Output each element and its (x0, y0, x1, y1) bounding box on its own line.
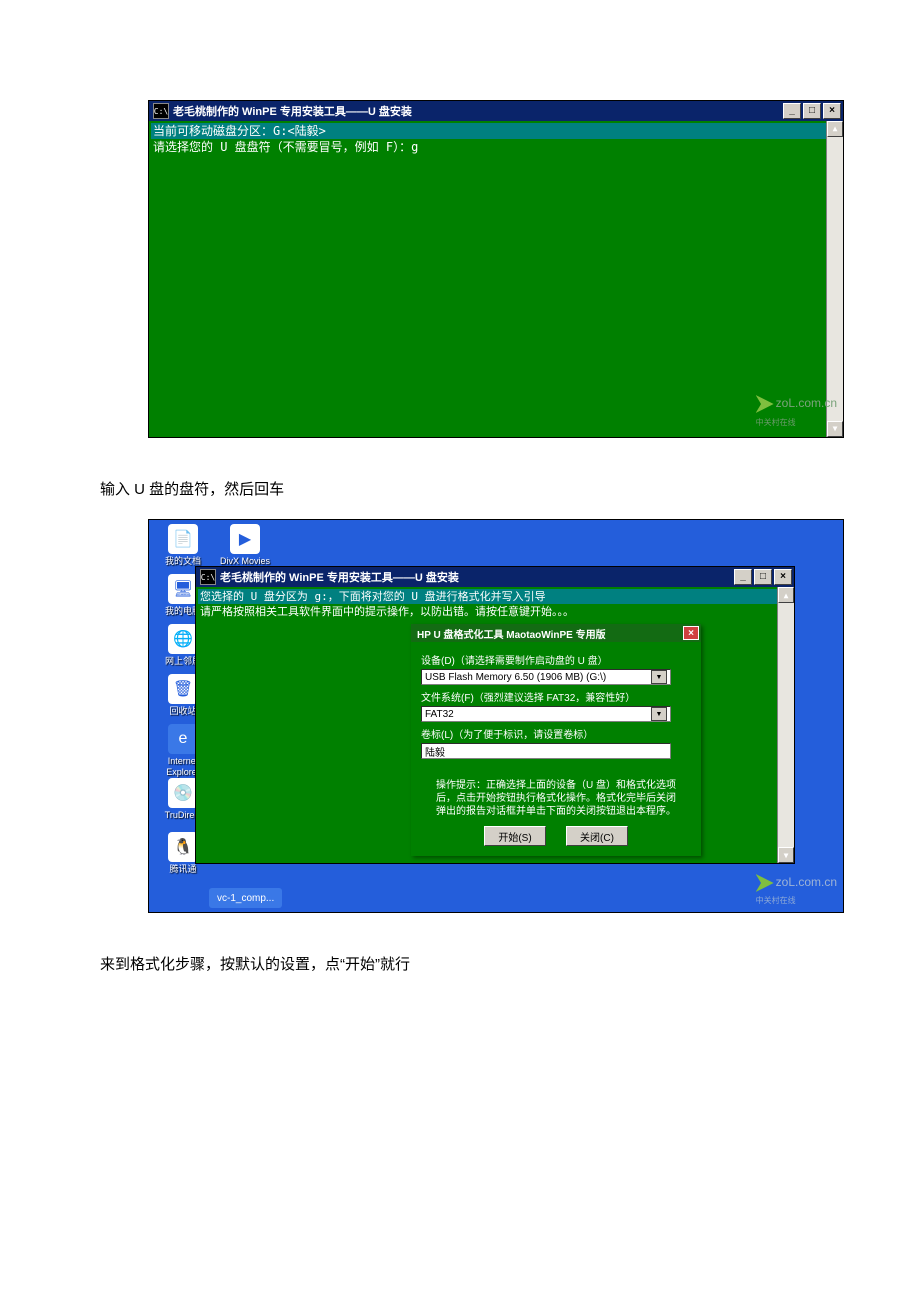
desktop-screenshot: 📄 我的文档 ▶ DivX Movies 🖥 我的电脑 🌐 网上邻居 🗑 回收站… (148, 519, 844, 913)
console-line-1: 您选择的 U 盘分区为 g:，下面将对您的 U 盘进行格式化并写入引导 (198, 589, 792, 604)
titlebar-1: C:\ 老毛桃制作的 WinPE 专用安装工具——U 盘安装 _ □ × (149, 101, 843, 121)
titlebar-2: C:\ 老毛桃制作的 WinPE 专用安装工具——U 盘安装 _ □ × (196, 567, 794, 587)
filesystem-label: 文件系统(F)（强烈建议选择 FAT32，兼容性好） (421, 689, 691, 704)
scroll-down-icon[interactable]: ▼ (778, 847, 794, 863)
window-title-1: 老毛桃制作的 WinPE 专用安装工具——U 盘安装 (173, 103, 783, 119)
cmd-icon: C:\ (200, 569, 216, 585)
window-buttons-1: _ □ × (783, 103, 841, 119)
volume-label-label: 卷标(L)（为了便于标识，请设置卷标） (421, 726, 691, 741)
zol-logo-icon (756, 395, 774, 413)
watermark-text: zoL.com.cn (776, 875, 837, 889)
console-line-2: 请严格按照相关工具软件界面中的提示操作，以防出错。请按任意键开始。。。 (198, 604, 792, 619)
filesystem-combobox[interactable]: FAT32 ▼ (421, 706, 671, 722)
console-line-1: 当前可移动磁盘分区：G:<陆毅> (151, 123, 841, 139)
divx-icon: ▶ (230, 524, 260, 554)
watermark-1: zoL.com.cn 中关村在线 (756, 395, 837, 431)
dialog-close-button[interactable]: × (683, 626, 699, 640)
console-body-1: 当前可移动磁盘分区：G:<陆毅> 请选择您的 U 盘盘符（不需要冒号，例如 F）… (149, 121, 843, 437)
volume-label-input[interactable]: 陆毅 (421, 743, 671, 759)
network-icon: 🌐 (168, 624, 198, 654)
close-button[interactable]: × (823, 103, 841, 119)
ie-icon: e (168, 724, 198, 754)
computer-icon: 🖥 (168, 574, 198, 604)
qq-icon: 🐧 (168, 832, 198, 862)
filesystem-value: FAT32 (425, 709, 454, 720)
dialog-note: 操作提示：正确选择上面的设备（U 盘）和格式化选项 后，点击开始按钮执行格式化操… (421, 779, 691, 818)
scroll-track[interactable] (778, 603, 794, 847)
scrollbar-2[interactable]: ▲ ▼ (777, 587, 794, 863)
device-combobox[interactable]: USB Flash Memory 6.50 (1906 MB) (G:\) ▼ (421, 669, 671, 685)
console-window-1: C:\ 老毛桃制作的 WinPE 专用安装工具——U 盘安装 _ □ × 当前可… (148, 100, 844, 438)
dialog-title: HP U 盘格式化工具 MaotaoWinPE 专用版 (417, 626, 683, 641)
scrollbar-1[interactable]: ▲ ▼ (826, 121, 843, 437)
chevron-down-icon[interactable]: ▼ (651, 670, 667, 684)
caption-1: 输入 U 盘的盘符，然后回车 (100, 478, 820, 499)
device-value: USB Flash Memory 6.50 (1906 MB) (G:\) (425, 672, 606, 683)
recycle-icon: 🗑 (168, 674, 198, 704)
cmd-icon: C:\ (153, 103, 169, 119)
desk-icon-mydocs[interactable]: 📄 我的文档 (157, 524, 209, 567)
dialog-titlebar: HP U 盘格式化工具 MaotaoWinPE 专用版 × (411, 624, 701, 642)
scroll-up-icon[interactable]: ▲ (778, 587, 794, 603)
scroll-up-icon[interactable]: ▲ (827, 121, 843, 137)
zol-logo-icon (756, 874, 774, 892)
maximize-button[interactable]: □ (754, 569, 772, 585)
chevron-down-icon[interactable]: ▼ (651, 707, 667, 721)
volume-label-value: 陆毅 (425, 744, 445, 759)
watermark-sub: 中关村在线 (756, 896, 796, 905)
taskbar: vc-1_comp... (209, 888, 282, 908)
dvd-icon: 💿 (168, 778, 198, 808)
format-dialog: HP U 盘格式化工具 MaotaoWinPE 专用版 × 设备(D)（请选择需… (411, 624, 701, 856)
minimize-button[interactable]: _ (734, 569, 752, 585)
device-label: 设备(D)（请选择需要制作启动盘的 U 盘） (421, 652, 691, 667)
start-button[interactable]: 开始(S) (484, 826, 546, 846)
close-button[interactable]: 关闭(C) (566, 826, 628, 846)
minimize-button[interactable]: _ (783, 103, 801, 119)
dialog-buttons: 开始(S) 关闭(C) (421, 826, 691, 846)
window-buttons-2: _ □ × (734, 569, 792, 585)
dialog-body: 设备(D)（请选择需要制作启动盘的 U 盘） USB Flash Memory … (411, 642, 701, 856)
watermark-text: zoL.com.cn (776, 396, 837, 410)
scroll-track[interactable] (827, 137, 843, 421)
desk-icon-divx[interactable]: ▶ DivX Movies (219, 524, 271, 567)
close-button[interactable]: × (774, 569, 792, 585)
caption-2: 来到格式化步骤，按默认的设置，点“开始”就行 (100, 953, 820, 974)
maximize-button[interactable]: □ (803, 103, 821, 119)
watermark-sub: 中关村在线 (756, 418, 796, 427)
desk-label: 腾讯通 (157, 864, 209, 875)
watermark-2: zoL.com.cn 中关村在线 (756, 874, 837, 906)
window-title-2: 老毛桃制作的 WinPE 专用安装工具——U 盘安装 (220, 569, 734, 585)
console-line-2: 请选择您的 U 盘盘符（不需要冒号，例如 F）：g (151, 139, 841, 155)
taskbar-item[interactable]: vc-1_comp... (209, 888, 282, 908)
document-icon: 📄 (168, 524, 198, 554)
